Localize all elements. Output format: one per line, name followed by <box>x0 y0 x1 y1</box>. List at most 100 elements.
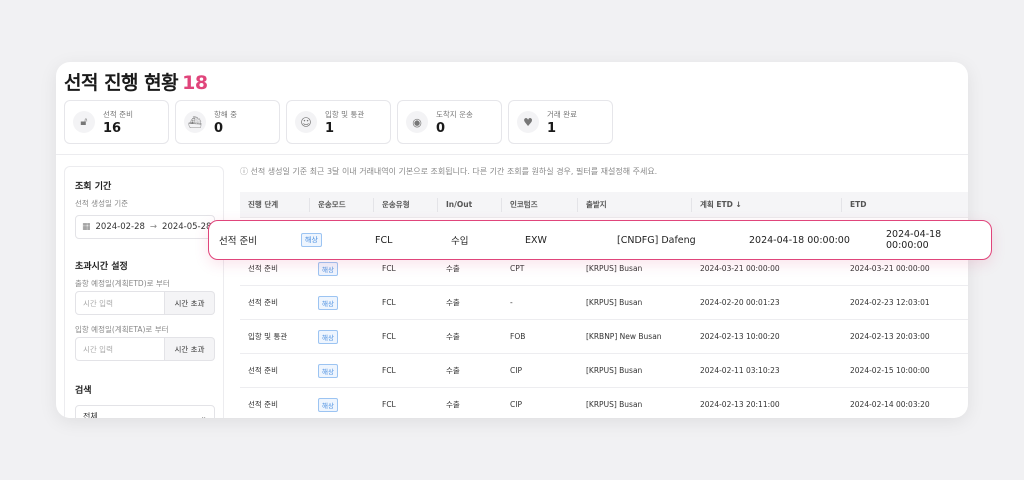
search-type-select[interactable]: 전체 ⌄ <box>75 405 215 418</box>
unlock-icon: 🔓︎ <box>73 111 95 133</box>
eta-overtime-button[interactable]: 시간 초과 <box>165 337 215 361</box>
calendar-icon: ▦ <box>82 222 91 232</box>
date-from: 2024-02-28 <box>95 222 145 232</box>
handshake-icon: ♥ <box>517 111 539 133</box>
mode-badge: 해상 <box>318 261 338 276</box>
cell-etd: 2024-03-21 00:00:00 <box>850 264 930 273</box>
etd-label: 출항 예정일(계획ETD)로 부터 <box>75 279 170 288</box>
table-body: 선적 준비 해상 FCL 수출 CPT [KRPUS] Busan 2024-03-21 0… <box>240 252 968 418</box>
cell-planned-etd: 2024-02-20 00:01:23 <box>700 298 780 307</box>
etd-hours-input[interactable]: 시간 입력 <box>75 291 165 315</box>
info-notice: ⓘ 선적 생성일 기준 최근 3달 이내 거래내역이 기본으로 조회됩니다. 다… <box>240 166 657 177</box>
page-title: 선적 진행 현황 18 <box>64 68 208 95</box>
cell-mode: 해상 <box>310 329 374 344</box>
cell-planned-etd: 2024-03-21 00:00:00 <box>700 264 780 273</box>
info-text: 선적 생성일 기준 최근 3달 이내 거래내역이 기본으로 조회됩니다. 다른 … <box>250 167 658 176</box>
table-header: 진행 단계 운송모드 운송유형 In/Out 인코텀즈 출발지 계획 ETD ↓… <box>240 192 968 218</box>
stat-label: 항해 중 <box>214 109 238 119</box>
stat-value: 1 <box>325 120 335 136</box>
cell-incoterms: CIP <box>510 400 522 409</box>
cell-incoterms: - <box>510 298 513 307</box>
cell-stage: 선적 준비 <box>219 236 257 247</box>
search-title: 검색 <box>75 386 92 396</box>
stat-label: 입항 및 통관 <box>325 109 365 119</box>
cell-type: FCL <box>382 400 396 409</box>
stat-complete[interactable]: ♥ 거래 완료 1 <box>508 100 613 144</box>
cell-mode: 해상 <box>310 261 374 276</box>
mode-badge: 해상 <box>318 295 338 310</box>
cell-mode: 해상 <box>310 363 374 378</box>
cell-incoterms: CIP <box>510 366 522 375</box>
cell-planned-etd: 2024-02-11 03:10:23 <box>700 366 780 375</box>
cell-inout: 수출 <box>446 400 460 409</box>
stat-ready[interactable]: 🔓︎ 선적 준비 16 <box>64 100 169 144</box>
col-stage[interactable]: 진행 단계 <box>240 197 310 212</box>
table-row[interactable]: 선적 준비 해상 FCL 수출 - [KRPUS] Busan 2024-02-20 00:… <box>240 286 968 320</box>
col-type[interactable]: 운송유형 <box>374 197 438 212</box>
cell-type: FCL <box>382 332 396 341</box>
cell-stage: 입항 및 통관 <box>248 332 288 341</box>
cell-origin: [CNDFG] Dafeng <box>617 234 696 246</box>
cell-inout: 수출 <box>446 366 460 375</box>
period-title: 조회 기간 <box>75 182 112 192</box>
mode-badge: 해상 <box>318 329 338 344</box>
search-select-value: 전체 <box>83 411 98 419</box>
info-icon: ⓘ <box>240 167 248 176</box>
mode-badge: 해상 <box>318 397 338 412</box>
date-to: 2024-05-28 <box>162 222 212 232</box>
filter-panel: 조회 기간 선적 생성일 기준 ▦ 2024-02-28 → 2024-05-2… <box>64 166 224 418</box>
stat-sailing[interactable]: ⛴ 항해 중0 <box>175 100 280 144</box>
cell-inout: 수출 <box>446 264 460 273</box>
cell-mode: 해상 <box>310 295 374 310</box>
cell-etd: 2024-02-13 20:03:00 <box>850 332 930 341</box>
stat-label: 거래 완료 <box>547 109 577 119</box>
stat-value: 16 <box>103 120 122 136</box>
cell-incoterms: FOB <box>510 332 526 341</box>
eta-input-group: 시간 입력 시간 초과 <box>75 337 215 361</box>
stat-customs[interactable]: ☺ 입항 및 통관 1 <box>286 100 391 144</box>
cell-planned-etd: 2024-04-18 00:00:00 <box>749 234 850 246</box>
table-row[interactable]: 선적 준비 해상 FCL 수출 CIP [KRPUS] Busan 2024-02-13 2… <box>240 388 968 418</box>
eta-hours-input[interactable]: 시간 입력 <box>75 337 165 361</box>
period-basis: 선적 생성일 기준 <box>75 199 129 208</box>
col-origin[interactable]: 출발지 <box>578 197 692 212</box>
cell-origin: [KRPUS] Busan <box>586 366 643 375</box>
cell-inout: 수출 <box>446 298 460 307</box>
date-range-picker[interactable]: ▦ 2024-02-28 → 2024-05-28 <box>75 215 215 239</box>
cell-origin: [KRPUS] Busan <box>586 298 643 307</box>
col-etd[interactable]: ETD <box>842 198 968 212</box>
cell-type: FCL <box>382 366 396 375</box>
page-title-text: 선적 진행 현황 <box>64 72 179 94</box>
cell-stage: 선적 준비 <box>248 298 278 307</box>
cell-incoterms: EXW <box>525 234 547 246</box>
eta-label: 입항 예정일(계획ETA)로 부터 <box>75 325 169 334</box>
stat-delivery[interactable]: ◉ 도착지 운송 0 <box>397 100 502 144</box>
cell-origin: [KRBNP] New Busan <box>586 332 662 341</box>
highlighted-row[interactable]: 선적 준비 해상 FCL 수입 EXW [CNDFG] Dafeng 2024-… <box>208 220 992 260</box>
table-row[interactable]: 입항 및 통관 해상 FCL 수출 FOB [KRBNP] New Busan 2024-0… <box>240 320 968 354</box>
stat-label: 도착지 운송 <box>436 109 473 119</box>
col-mode[interactable]: 운송모드 <box>310 197 374 212</box>
etd-input-group: 시간 입력 시간 초과 <box>75 291 215 315</box>
cell-etd: 2024-02-15 10:00:00 <box>850 366 930 375</box>
stat-value: 0 <box>436 120 446 136</box>
cell-etd: 2024-02-14 00:03:20 <box>850 400 930 409</box>
cell-inout: 수입 <box>451 236 469 247</box>
arrow-right-icon: → <box>149 222 158 232</box>
stat-value: 0 <box>214 120 224 136</box>
col-planned-etd[interactable]: 계획 ETD ↓ <box>692 197 842 212</box>
cell-stage: 선적 준비 <box>248 366 278 375</box>
table-row[interactable]: 선적 준비 해상 FCL 수출 CIP [KRPUS] Busan 2024-02-11 0… <box>240 354 968 388</box>
cell-stage: 선적 준비 <box>248 264 278 273</box>
cell-type: FCL <box>382 264 396 273</box>
col-inout[interactable]: In/Out <box>438 197 502 212</box>
cell-type: FCL <box>382 298 396 307</box>
cell-type: FCL <box>375 234 393 246</box>
col-incoterms[interactable]: 인코텀즈 <box>502 197 578 212</box>
chevron-down-icon: ⌄ <box>200 411 207 419</box>
cell-mode: 해상 <box>310 397 374 412</box>
overtime-title: 초과시간 설정 <box>75 262 128 272</box>
total-count: 18 <box>182 72 208 94</box>
cell-mode: 해상 <box>301 233 375 247</box>
etd-overtime-button[interactable]: 시간 초과 <box>165 291 215 315</box>
